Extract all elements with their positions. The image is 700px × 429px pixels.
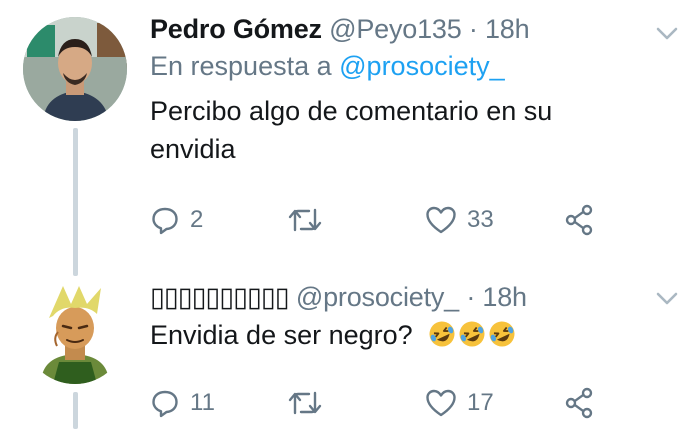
reply-mention-link[interactable]: @prosociety_ xyxy=(339,51,504,81)
like-count: 33 xyxy=(467,206,494,233)
reply-count: 11 xyxy=(190,389,215,416)
tweet-text-line: Envidia de ser negro? xyxy=(150,316,660,354)
retweet-arrows-icon xyxy=(288,391,322,415)
retweet-arrows-icon xyxy=(288,208,322,232)
heart-outline-icon xyxy=(426,206,456,234)
timestamp[interactable]: 18h xyxy=(482,282,527,312)
share-button[interactable] xyxy=(563,383,595,423)
avatar-prosociety[interactable] xyxy=(23,280,127,384)
retweet-button[interactable] xyxy=(287,200,333,240)
share-button[interactable] xyxy=(563,200,595,240)
tweet-prosociety[interactable]: ▯▯▯▯▯▯▯▯▯▯ @prosociety_ · 18h Envidia de… xyxy=(0,270,700,429)
like-button[interactable]: 17 xyxy=(425,383,494,423)
reply-button[interactable]: 11 xyxy=(150,383,215,423)
avatar-pedro[interactable] xyxy=(23,17,127,121)
share-nodes-icon xyxy=(565,204,593,236)
tweet-actions: 11 17 xyxy=(150,383,610,423)
rofl-emoji-icon xyxy=(459,321,485,347)
speech-bubble-icon xyxy=(152,207,178,235)
author-handle[interactable]: @Peyo135 xyxy=(329,14,462,44)
laughing-emoji-group xyxy=(426,316,516,354)
share-nodes-icon xyxy=(565,387,593,419)
tweet-pedro[interactable]: Pedro Gómez @Peyo135 · 18h En respuesta … xyxy=(0,0,700,260)
rofl-emoji-icon xyxy=(489,321,515,347)
retweet-button[interactable] xyxy=(287,383,333,423)
rofl-emoji-icon xyxy=(429,321,455,347)
reply-button[interactable]: 2 xyxy=(150,200,203,240)
chevron-down-icon[interactable] xyxy=(656,27,678,41)
author-name[interactable]: ▯▯▯▯▯▯▯▯▯▯ xyxy=(150,282,290,312)
chevron-down-icon[interactable] xyxy=(656,292,678,306)
like-count: 17 xyxy=(467,389,494,416)
reply-count: 2 xyxy=(190,206,204,233)
reply-context: En respuesta a @prosociety_ xyxy=(150,49,660,83)
author-handle[interactable]: @prosociety_ xyxy=(296,282,459,312)
tweet-header: Pedro Gómez @Peyo135 · 18h xyxy=(150,12,660,46)
like-button[interactable]: 33 xyxy=(425,200,494,240)
timestamp[interactable]: 18h xyxy=(485,14,530,44)
reply-prefix: En respuesta a xyxy=(150,51,332,81)
tweet-text: Envidia de ser negro? xyxy=(150,320,413,350)
tweet-header: ▯▯▯▯▯▯▯▯▯▯ @prosociety_ · 18h xyxy=(150,280,660,314)
heart-outline-icon xyxy=(426,389,456,417)
separator-dot: · xyxy=(466,282,476,312)
author-name[interactable]: Pedro Gómez xyxy=(150,14,322,44)
separator-dot: · xyxy=(468,14,478,44)
tweet-actions: 2 33 xyxy=(150,200,610,240)
speech-bubble-icon xyxy=(152,390,178,418)
tweet-text: Percibo algo de comentario en su envidia xyxy=(150,96,553,164)
